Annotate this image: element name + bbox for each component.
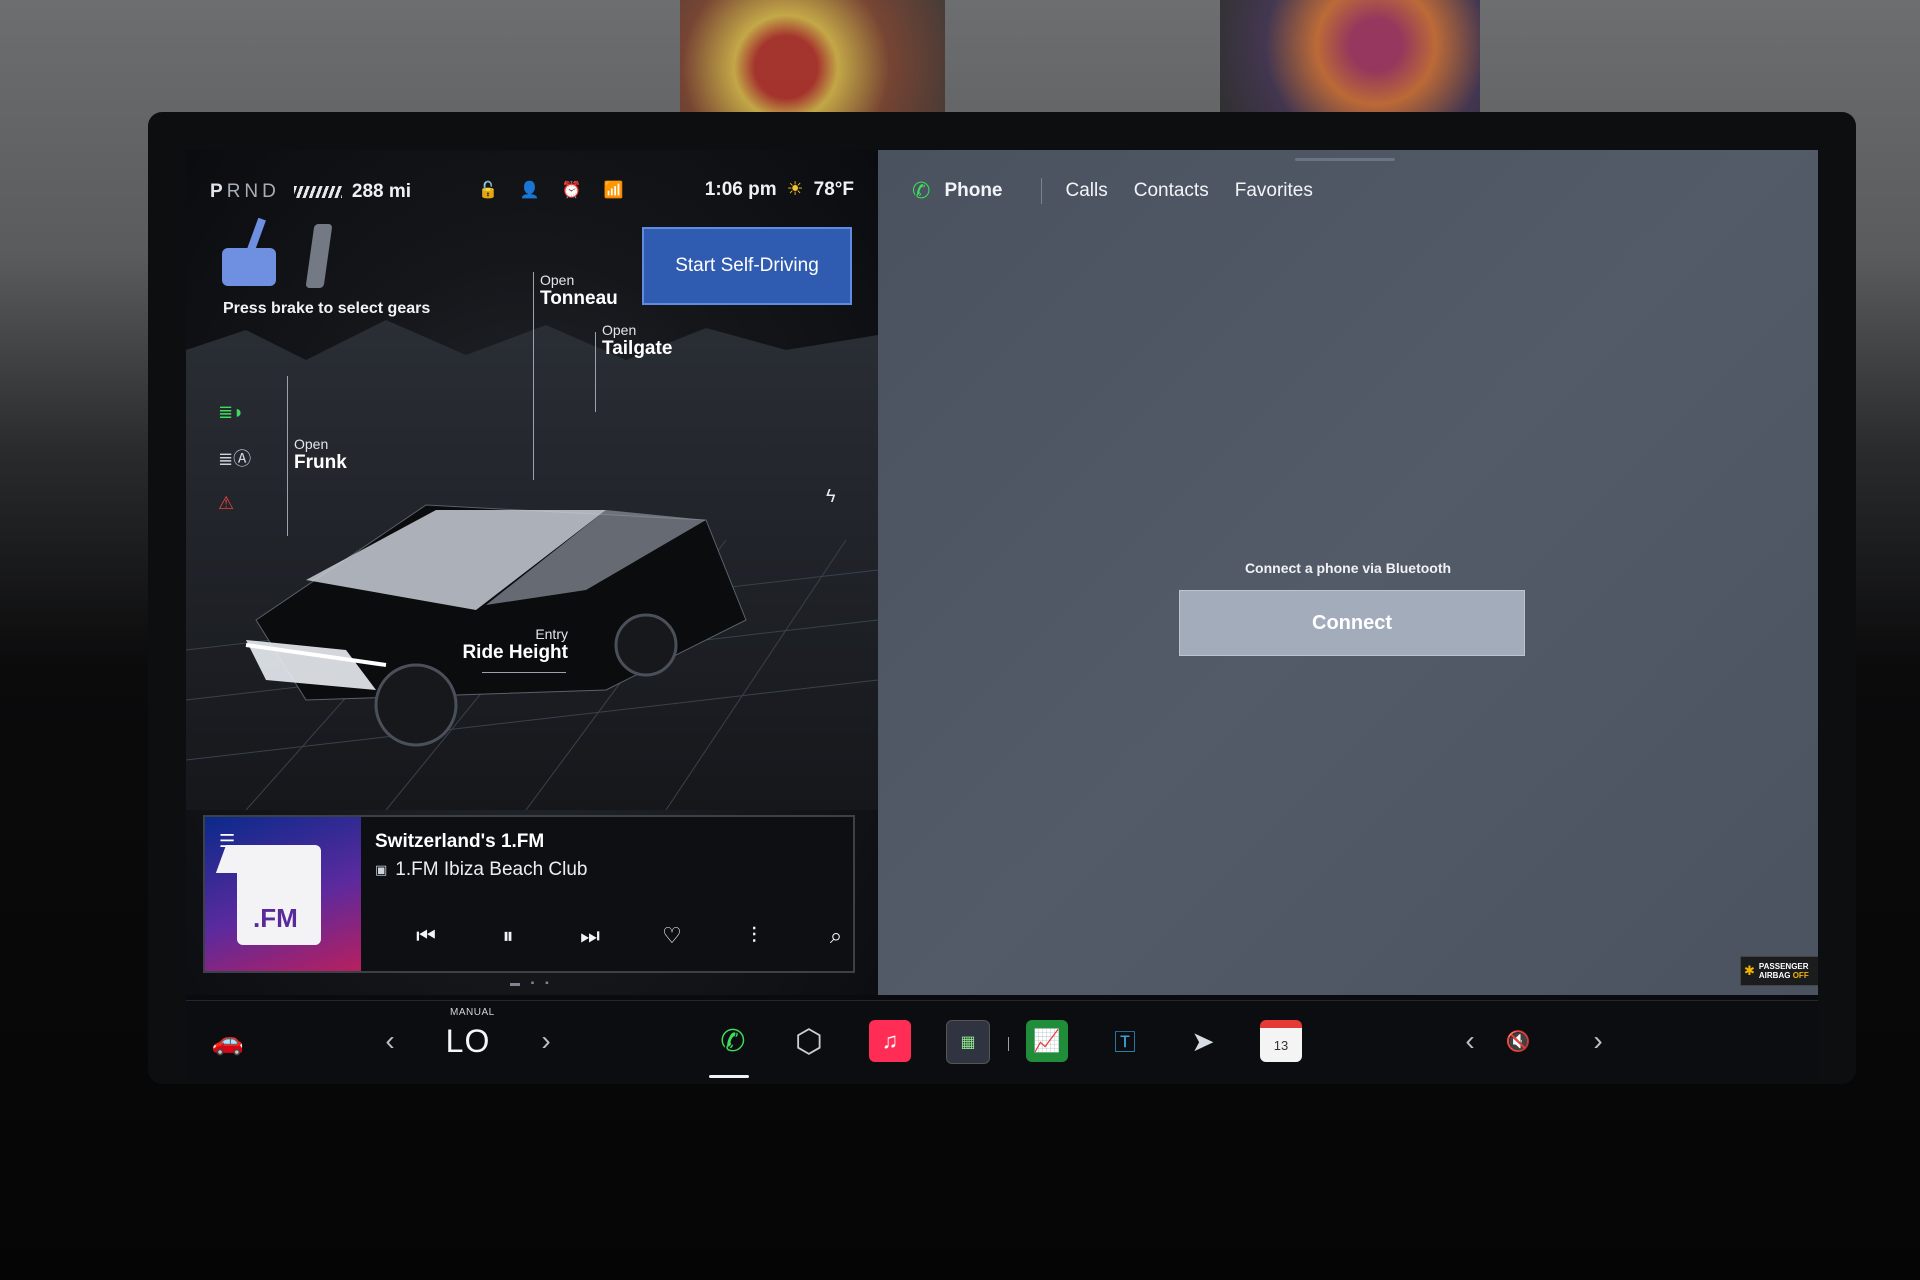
volume-up-chevron-icon[interactable]: › [1578, 1001, 1618, 1080]
page-indicator-dots: ▬ ▪ ▪ [510, 978, 553, 989]
app-launcher-icon[interactable]: ▦ [946, 1020, 990, 1064]
camera-app-icon[interactable]: ⬡ [788, 1020, 830, 1062]
taskbar-divider [1008, 1037, 1009, 1051]
tonneau-state: Open [540, 272, 575, 288]
phone-panel: ✆ Phone Calls Contacts Favorites Connect… [878, 150, 1818, 995]
profile-icon[interactable]: 👤 [520, 180, 540, 200]
phone-title: Phone [944, 180, 1003, 201]
phone-app-icon[interactable]: ✆ [712, 1020, 754, 1062]
tailgate-state: Open [602, 322, 637, 338]
gear-r[interactable]: R [227, 181, 245, 202]
passenger-airbag-status: ✱ PASSENGER AIRBAG OFF [1740, 956, 1818, 986]
car-icon[interactable]: 🚗 [198, 1001, 258, 1080]
airbag-icon: ✱ [1744, 963, 1755, 978]
seatbelt-warning-icon: ⚠ [218, 493, 235, 513]
frunk-control[interactable]: Open Frunk [294, 436, 347, 474]
active-app-indicator [709, 1075, 749, 1078]
airbag-off-label: OFF [1792, 971, 1809, 980]
airbag-line2: AIRBAG [1758, 971, 1791, 980]
tailgate-control[interactable]: Open Tailgate [602, 322, 672, 360]
vehicle-panel: PRND 288 mi 🔓 👤 ⏰ 📶 1:06 pm ☀ 78°F Press… [186, 150, 878, 995]
temp-up-chevron-icon[interactable]: › [526, 1001, 566, 1080]
toybox-app-icon[interactable]: 🅃 [1104, 1020, 1146, 1062]
gear-d[interactable]: D [262, 181, 280, 202]
background-artwork-right [1220, 0, 1480, 112]
ride-height-underline [482, 672, 566, 673]
track-title: 1.FM Ibiza Beach Club [395, 859, 588, 880]
gear-p[interactable]: P [210, 181, 227, 202]
headlights-on-icon: ≣◗ [218, 402, 244, 422]
calendar-app-icon[interactable]: 13 [1260, 1020, 1302, 1062]
radio-source-icon: ▣ [375, 862, 388, 877]
frunk-callout-line [287, 376, 288, 536]
bluetooth-hint: Connect a phone via Bluetooth [1244, 560, 1452, 576]
accelerator-pedal-icon [305, 224, 333, 288]
panel-drag-handle[interactable] [1295, 158, 1395, 161]
background-artwork-left [680, 0, 945, 112]
volume-down-chevron-icon[interactable]: ‹ [1450, 1001, 1490, 1080]
ride-height-label: Ride Height [462, 642, 568, 663]
outside-temperature: 78°F [813, 178, 854, 200]
tailgate-callout-line [595, 332, 596, 412]
tonneau-control[interactable]: Open Tonneau [540, 272, 618, 310]
indicator-icons: ≣◗ ≣Ⓐ ⚠ [218, 402, 251, 514]
brake-pedal-icon [222, 248, 276, 286]
range-readout: 288 mi [351, 181, 412, 202]
airbag-line1: PASSENGER [1758, 962, 1809, 971]
energy-app-icon[interactable]: 📈 [1026, 1020, 1068, 1062]
touchscreen: PRND 288 mi 🔓 👤 ⏰ 📶 1:06 pm ☀ 78°F Press… [186, 150, 1818, 1080]
tonneau-label: Tonneau [540, 288, 618, 309]
favorite-heart-icon[interactable]: ♡ [631, 923, 713, 949]
status-bar: PRND 288 mi 🔓 👤 ⏰ 📶 1:06 pm ☀ 78°F [210, 178, 854, 206]
navigation-app-icon[interactable]: ➤ [1182, 1020, 1224, 1062]
search-icon[interactable]: ⌕ [795, 923, 877, 949]
lock-icon[interactable]: 🔓 [478, 180, 498, 200]
station-name: Switzerland's 1.FM [375, 831, 545, 852]
vehicle-visualization [186, 320, 878, 810]
auto-highbeam-icon: ≣Ⓐ [218, 449, 252, 469]
connect-button[interactable]: Connect [1179, 590, 1525, 656]
temp-down-chevron-icon[interactable]: ‹ [370, 1001, 410, 1080]
playback-controls: ⏮ ⏸ ⏭ ♡ ⫶ ⌕ [385, 923, 877, 949]
ride-height-state: Entry [535, 626, 568, 642]
tailgate-label: Tailgate [602, 338, 673, 359]
next-track-icon[interactable]: ⏭ [549, 923, 631, 949]
equalizer-icon[interactable]: ⫶ [713, 923, 795, 949]
sentry-icon[interactable]: ⏰ [562, 180, 582, 200]
start-self-driving-button[interactable]: Start Self-Driving [642, 227, 852, 305]
music-app-icon[interactable]: ♫ [869, 1020, 911, 1062]
gear-n[interactable]: N [244, 181, 262, 202]
volume-muted-icon[interactable]: 🔇 [1494, 1001, 1542, 1080]
cabin-temperature[interactable]: LO [432, 1001, 504, 1080]
bottom-taskbar: 🚗 ‹ MANUAL LO › ✆ ⬡ ♫ ▦ 📈 🅃 ➤ 13 ‹ 🔇 › [186, 1000, 1818, 1080]
media-player: ☰ .FM Switzerland's 1.FM ▣ 1.FM Ibiza Be… [203, 815, 855, 973]
wifi-icon[interactable]: 📶 [604, 180, 624, 200]
previous-track-icon[interactable]: ⏮ [385, 923, 467, 949]
phone-tab-bar: ✆ Phone Calls Contacts Favorites [912, 178, 1339, 204]
pause-icon[interactable]: ⏸ [467, 923, 549, 949]
phone-icon: ✆ [912, 178, 931, 203]
station-logo-text: .FM [253, 903, 298, 933]
ride-height-control[interactable]: Entry Ride Height [462, 626, 568, 664]
album-art[interactable]: ☰ .FM [205, 817, 361, 971]
gear-selector[interactable]: PRND [210, 181, 280, 203]
tab-divider [1040, 178, 1042, 204]
battery-icon [293, 186, 342, 198]
sun-icon: ☀ [786, 179, 804, 200]
frunk-label: Frunk [294, 452, 347, 473]
brake-hint: Press brake to select gears [223, 300, 431, 317]
tonneau-callout-line [533, 272, 534, 480]
tab-favorites[interactable]: Favorites [1235, 180, 1313, 202]
frunk-state: Open [294, 436, 329, 452]
clock-time: 1:06 pm [704, 178, 777, 200]
tab-calls[interactable]: Calls [1066, 180, 1108, 202]
tab-contacts[interactable]: Contacts [1134, 180, 1209, 202]
charge-port-icon[interactable]: ϟ [826, 486, 836, 507]
